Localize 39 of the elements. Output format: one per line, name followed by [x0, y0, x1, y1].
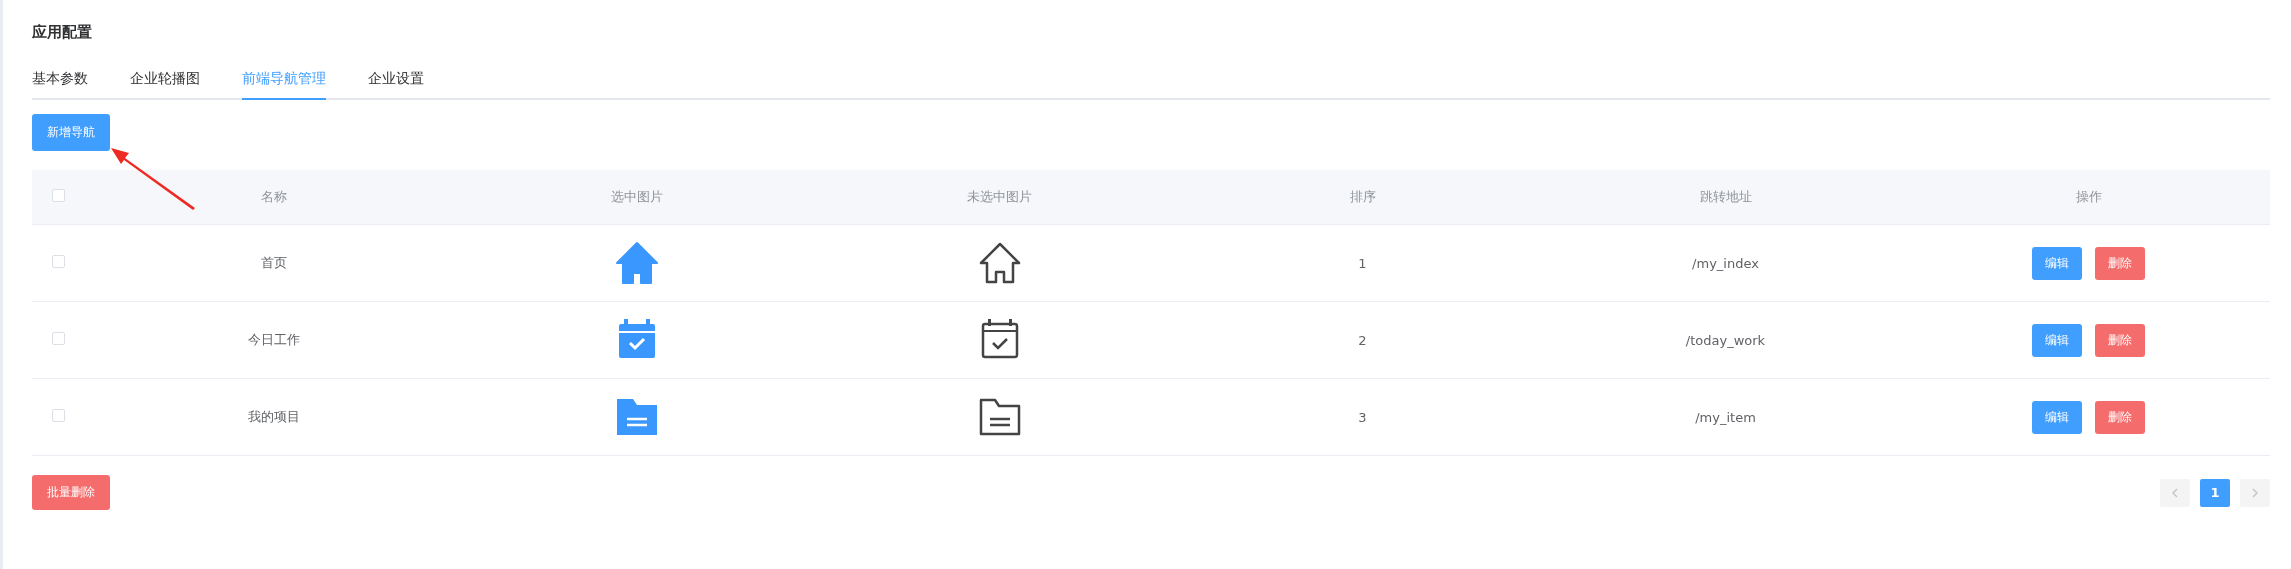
row-checkbox[interactable] [52, 255, 65, 268]
edit-button[interactable]: 编辑 [2032, 400, 2082, 434]
column-header: 选中图片 [610, 189, 663, 204]
edit-button[interactable]: 编辑 [2032, 246, 2082, 280]
next-page-button[interactable] [2240, 478, 2270, 507]
column-header: 排序 [1349, 189, 1376, 204]
tab[interactable]: 企业设置 [368, 70, 424, 100]
chevron-left-icon [2172, 487, 2178, 498]
path-cell: /my_index [1692, 255, 1759, 271]
select-all-checkbox[interactable] [52, 189, 65, 202]
batch-delete-button[interactable]: 批量删除 [32, 475, 110, 510]
name-cell: 首页 [260, 255, 287, 270]
column-header: 名称 [260, 189, 287, 204]
add-navigation-button[interactable]: 新增导航 [32, 114, 110, 151]
column-header: 跳转地址 [1699, 189, 1752, 204]
order-cell: 2 [1358, 332, 1367, 348]
page-button[interactable]: 1 [2200, 478, 2230, 507]
house-icon [977, 241, 1022, 285]
house-icon [614, 241, 659, 285]
path-cell: /my_item [1695, 409, 1756, 425]
delete-button[interactable]: 删除 [2095, 400, 2145, 434]
tab[interactable]: 企业轮播图 [130, 70, 200, 100]
path-cell: /today_work [1685, 332, 1766, 348]
chevron-right-icon [2252, 487, 2258, 498]
delete-button[interactable]: 删除 [2095, 323, 2145, 357]
order-cell: 3 [1358, 409, 1367, 425]
row-checkbox[interactable] [52, 332, 65, 345]
column-header: 未选中图片 [967, 189, 1032, 204]
order-cell: 1 [1358, 255, 1367, 271]
edit-button[interactable]: 编辑 [2032, 323, 2082, 357]
tab[interactable]: 基本参数 [32, 70, 88, 100]
delete-button[interactable]: 删除 [2095, 246, 2145, 280]
tab[interactable]: 前端导航管理 [242, 70, 326, 100]
name-cell: 今日工作 [247, 332, 300, 347]
row-checkbox[interactable] [52, 409, 65, 422]
column-header: 操作 [2075, 189, 2102, 204]
name-cell: 我的项目 [247, 409, 300, 424]
page-title: 应用配置 [32, 23, 92, 42]
previous-page-button[interactable] [2160, 478, 2190, 507]
